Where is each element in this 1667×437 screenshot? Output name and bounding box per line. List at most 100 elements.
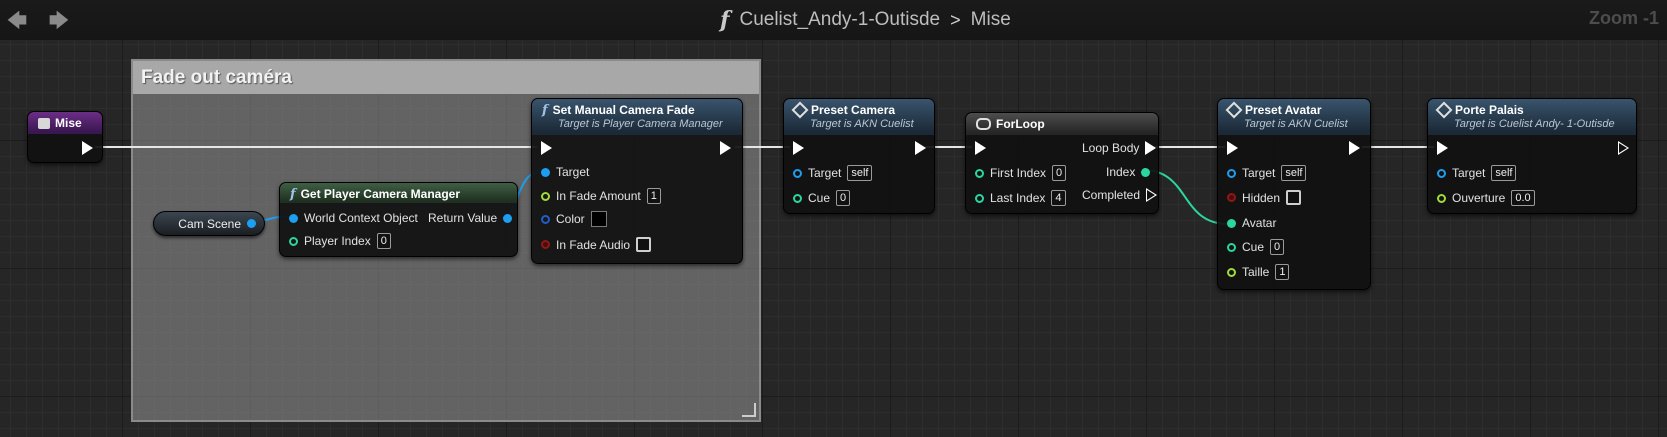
loop-body-pin[interactable]: Loop Body — [1082, 141, 1157, 155]
comment-title[interactable]: Fade out caméra — [133, 61, 759, 94]
cue-input[interactable]: 0 — [836, 190, 851, 206]
arrow-left-icon[interactable]: 🡄 — [6, 10, 28, 32]
pin-label: Completed — [1082, 188, 1141, 202]
pin-label: Avatar — [1242, 216, 1277, 230]
pin-label: In Fade Audio — [556, 237, 631, 252]
target-pin[interactable]: Target self — [793, 165, 873, 181]
breadcrumb-graph[interactable]: Mise — [971, 9, 1011, 31]
pin-label: Player Index — [304, 234, 371, 248]
color-swatch[interactable] — [590, 211, 607, 227]
cue-pin[interactable]: Cue 0 — [1227, 239, 1285, 255]
diamond-icon — [791, 101, 809, 119]
player-index-input[interactable]: 0 — [376, 233, 391, 249]
function-node-set-manual-camera-fade[interactable]: f Set Manual Camera Fade Target is Player… — [531, 98, 743, 264]
pin-label: Color — [556, 212, 585, 226]
fade-audio-pin[interactable]: In Fade Audio — [541, 237, 652, 252]
function-node-get-player-camera-manager[interactable]: f Get Player Camera Manager World Context… — [279, 182, 518, 257]
target-pin[interactable]: Target self — [1227, 165, 1307, 181]
resize-handle-icon[interactable] — [742, 403, 756, 417]
pin-label: Index — [1106, 165, 1136, 179]
completed-pin[interactable]: Completed — [1082, 188, 1158, 202]
exec-out-pin[interactable] — [1349, 141, 1360, 155]
fade-amount-pin[interactable]: In Fade Amount 1 — [541, 188, 661, 204]
variable-label: Cam Scene — [178, 216, 241, 231]
exec-in-pin[interactable] — [541, 141, 552, 155]
exec-in-pin[interactable] — [975, 141, 986, 155]
arrow-right-icon[interactable]: 🡆 — [48, 10, 70, 32]
node-title: ForLoop — [996, 117, 1045, 131]
pin-label: Target — [808, 166, 842, 180]
pin-label: Cue — [1242, 240, 1265, 254]
function-icon: f — [542, 102, 548, 118]
pin-label: In Fade Amount — [556, 189, 641, 203]
player-index-pin[interactable]: Player Index 0 — [289, 233, 391, 249]
fade-audio-checkbox[interactable] — [636, 237, 652, 252]
return-value-pin[interactable]: Return Value — [428, 211, 513, 225]
first-index-input[interactable]: 0 — [1052, 165, 1067, 181]
taille-input[interactable]: 1 — [1275, 264, 1290, 280]
exec-out-pin[interactable] — [915, 141, 926, 155]
pin-label: Taille — [1242, 265, 1270, 279]
pin-label: Loop Body — [1082, 141, 1140, 155]
ouverture-pin[interactable]: Ouverture 0.0 — [1437, 190, 1535, 206]
pin-label: Target — [556, 165, 590, 179]
first-index-pin[interactable]: First Index 0 — [975, 165, 1067, 181]
function-node-preset-camera[interactable]: Preset Camera Target is AKN Cuelist Targ… — [783, 98, 935, 214]
target-input[interactable]: self — [1491, 165, 1517, 181]
last-index-pin[interactable]: Last Index 4 — [975, 190, 1066, 206]
pin-label: Target — [1242, 166, 1276, 180]
hidden-checkbox[interactable] — [1286, 190, 1302, 205]
pin-label: World Context Object — [304, 211, 418, 225]
loop-icon — [976, 118, 991, 130]
breadcrumb: f Cuelist_Andy-1-Outisde > Mise — [720, 6, 1011, 34]
variable-node-cam-scene[interactable]: Cam Scene — [153, 211, 265, 236]
event-node-mise[interactable]: Mise — [27, 111, 103, 163]
pin-label: Last Index — [990, 191, 1046, 205]
exec-in-pin[interactable] — [1437, 141, 1448, 155]
node-title: Mise — [55, 116, 82, 130]
exec-out-pin[interactable] — [82, 141, 93, 155]
pin-label: Cue — [808, 191, 831, 205]
pin-label: Return Value — [428, 211, 498, 225]
pin-label: Ouverture — [1452, 191, 1506, 205]
exec-out-pin[interactable] — [720, 141, 731, 155]
index-pin[interactable]: Index — [1106, 165, 1151, 179]
diamond-icon — [1435, 101, 1453, 119]
object-out-pin[interactable] — [247, 219, 256, 228]
macro-node-forloop[interactable]: ForLoop Loop Body First Index 0 Index Las… — [965, 112, 1159, 214]
breadcrumb-separator: > — [950, 9, 961, 30]
last-index-input[interactable]: 4 — [1051, 190, 1066, 206]
node-title: Porte Palais — [1455, 103, 1524, 117]
cue-input[interactable]: 0 — [1270, 239, 1285, 255]
fade-amount-input[interactable]: 1 — [646, 188, 661, 204]
node-title: Preset Avatar — [1245, 103, 1322, 117]
node-subtitle: Target is AKN Cuelist — [810, 118, 914, 130]
cue-pin[interactable]: Cue 0 — [793, 190, 851, 206]
hidden-pin[interactable]: Hidden — [1227, 190, 1302, 205]
exec-in-pin[interactable] — [793, 141, 804, 155]
exec-out-pin[interactable] — [1618, 141, 1629, 155]
node-title: Get Player Camera Manager — [300, 187, 461, 201]
function-icon: f — [290, 186, 296, 202]
avatar-pin[interactable]: Avatar — [1227, 216, 1276, 230]
taille-pin[interactable]: Taille 1 — [1227, 264, 1290, 280]
pin-label: Hidden — [1242, 190, 1281, 205]
node-title: Preset Camera — [811, 103, 896, 117]
breadcrumb-blueprint[interactable]: Cuelist_Andy-1-Outisde — [739, 9, 940, 31]
function-icon: f — [720, 7, 730, 33]
function-node-preset-avatar[interactable]: Preset Avatar Target is AKN Cuelist Targ… — [1217, 98, 1371, 290]
node-title: Set Manual Camera Fade — [552, 103, 695, 117]
ouverture-input[interactable]: 0.0 — [1511, 190, 1535, 206]
target-input[interactable]: self — [1281, 165, 1307, 181]
target-input[interactable]: self — [847, 165, 873, 181]
color-pin[interactable]: Color — [541, 211, 607, 227]
node-subtitle: Target is Cuelist Andy- 1-Outisde — [1454, 118, 1615, 130]
diamond-icon — [1225, 101, 1243, 119]
target-pin[interactable]: Target — [541, 165, 589, 179]
pin-label: Target — [1452, 166, 1486, 180]
target-pin[interactable]: Target self — [1437, 165, 1517, 181]
exec-in-pin[interactable] — [1227, 141, 1238, 155]
function-node-porte-palais[interactable]: Porte Palais Target is Cuelist Andy- 1-O… — [1427, 98, 1637, 214]
graph-toolbar: 🡄 🡆 f Cuelist_Andy-1-Outisde > Mise Zoom… — [0, 0, 1667, 40]
world-context-pin[interactable]: World Context Object — [289, 211, 418, 225]
